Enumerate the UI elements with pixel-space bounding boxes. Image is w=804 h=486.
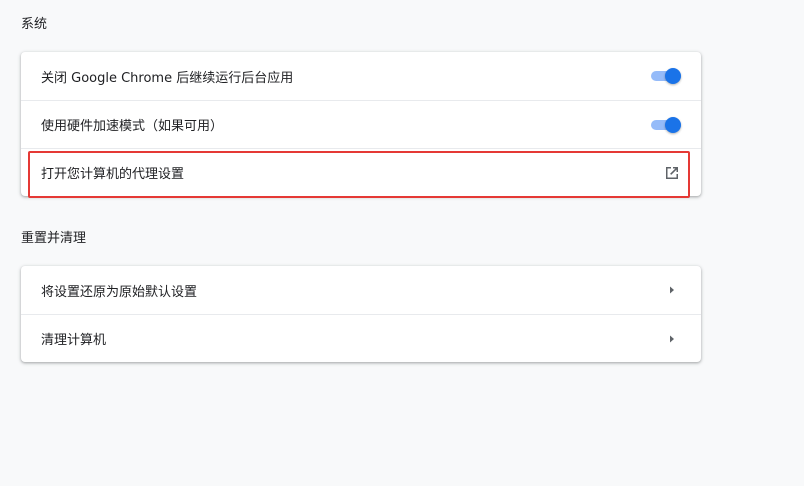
restore-defaults-row[interactable]: 将设置还原为原始默认设置 bbox=[21, 266, 701, 314]
toggle-knob bbox=[665, 68, 681, 84]
section-title-reset: 重置并清理 bbox=[21, 231, 87, 246]
section-title-system: 系统 bbox=[21, 17, 48, 32]
proxy-settings-row[interactable]: 打开您计算机的代理设置 bbox=[21, 148, 701, 196]
restore-defaults-label: 将设置还原为原始默认设置 bbox=[41, 284, 198, 300]
cleanup-computer-row[interactable]: 清理计算机 bbox=[21, 314, 701, 362]
proxy-settings-label: 打开您计算机的代理设置 bbox=[41, 167, 185, 182]
background-apps-toggle[interactable] bbox=[649, 67, 681, 85]
background-apps-label: 关闭 Google Chrome 后继续运行后台应用 bbox=[41, 70, 294, 86]
system-card: 关闭 Google Chrome 后继续运行后台应用 使用硬件加速模式（如果可用… bbox=[21, 52, 701, 196]
arrow-right-icon bbox=[663, 330, 681, 348]
cleanup-computer-label: 清理计算机 bbox=[41, 333, 107, 348]
arrow-right-icon bbox=[663, 281, 681, 299]
hardware-acceleration-label: 使用硬件加速模式（如果可用） bbox=[41, 119, 224, 134]
background-apps-row[interactable]: 关闭 Google Chrome 后继续运行后台应用 bbox=[21, 52, 701, 100]
hardware-acceleration-row[interactable]: 使用硬件加速模式（如果可用） bbox=[21, 100, 701, 148]
reset-card: 将设置还原为原始默认设置 清理计算机 bbox=[21, 266, 701, 362]
open-in-new-icon[interactable] bbox=[663, 164, 681, 182]
hardware-acceleration-toggle[interactable] bbox=[649, 116, 681, 134]
toggle-knob bbox=[665, 116, 681, 133]
settings-page: 系统 关闭 Google Chrome 后继续运行后台应用 使用硬件加速模式（如… bbox=[0, 0, 804, 486]
